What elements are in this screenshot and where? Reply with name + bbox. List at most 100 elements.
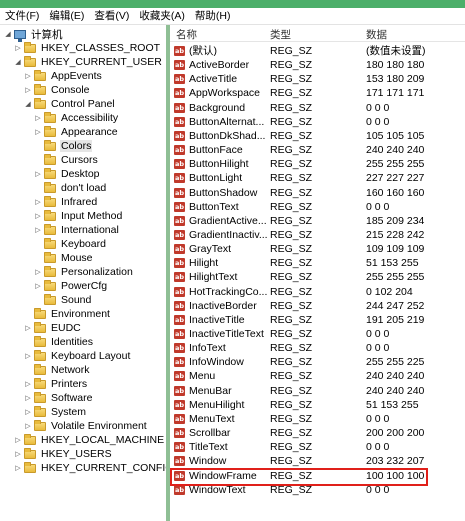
tree-node[interactable]: Network	[24, 363, 91, 377]
value-row[interactable]: ab Menu REG_SZ 240 240 240	[170, 369, 465, 383]
menu-view[interactable]: 查看(V)	[89, 8, 134, 24]
value-row[interactable]: ab Window REG_SZ 203 232 207	[170, 454, 465, 468]
value-row[interactable]: ab ButtonShadow REG_SZ 160 160 160	[170, 186, 465, 200]
expand-arrow-icon[interactable]: ▷	[34, 128, 42, 136]
tree-node[interactable]: ▷ HKEY_USERS	[14, 447, 113, 461]
value-row[interactable]: ab InactiveTitleText REG_SZ 0 0 0	[170, 327, 465, 341]
value-row[interactable]: ab Background REG_SZ 0 0 0	[170, 101, 465, 115]
tree-node[interactable]: ▷ Accessibility	[34, 111, 119, 125]
value-row[interactable]: ab MenuBar REG_SZ 240 240 240	[170, 384, 465, 398]
tree-node[interactable]: ▷ Desktop	[34, 167, 101, 181]
value-row[interactable]: ab MenuText REG_SZ 0 0 0	[170, 412, 465, 426]
value-row[interactable]: ab InactiveBorder REG_SZ 244 247 252	[170, 299, 465, 313]
value-row[interactable]: ab ButtonAlternat... REG_SZ 0 0 0	[170, 115, 465, 129]
tree-node[interactable]: ▷ EUDC	[24, 321, 82, 335]
tree-node[interactable]: ▷ HKEY_CURRENT_CONFIG	[14, 461, 166, 475]
collapse-arrow-icon[interactable]: ◢	[24, 100, 32, 108]
tree-node[interactable]: ▷ Console	[24, 83, 91, 97]
key-tree-pane[interactable]: ◢ 计算机 ▷ HKEY_CLASSES_ROOT ◢ HKEY_CURRENT_USER…	[0, 25, 166, 521]
column-header-data[interactable]: 数据	[366, 27, 387, 42]
tree-node[interactable]: Keyboard	[34, 237, 107, 251]
value-row[interactable]: ab InfoText REG_SZ 0 0 0	[170, 341, 465, 355]
expand-arrow-icon[interactable]: ▷	[34, 282, 42, 290]
tree-node[interactable]: Identities	[24, 335, 94, 349]
tree-node[interactable]: ◢ Control Panel	[24, 97, 116, 111]
expand-arrow-icon[interactable]: ▷	[34, 170, 42, 178]
value-row[interactable]: ab ButtonFace REG_SZ 240 240 240	[170, 143, 465, 157]
tree-node[interactable]: ▷ Printers	[24, 377, 88, 391]
expand-arrow-icon[interactable]: ▷	[24, 408, 32, 416]
column-header-type[interactable]: 类型	[270, 27, 291, 42]
tree-node[interactable]: ◢ HKEY_CURRENT_USER	[14, 55, 163, 69]
expand-arrow-icon[interactable]: ▷	[24, 394, 32, 402]
expand-arrow-icon[interactable]: ▷	[34, 198, 42, 206]
value-row[interactable]: ab ButtonLight REG_SZ 227 227 227	[170, 171, 465, 185]
expand-arrow-icon[interactable]: ▷	[14, 450, 22, 458]
tree-node-label: don't load	[61, 182, 107, 194]
expand-arrow-icon[interactable]: ▷	[24, 86, 32, 94]
value-row[interactable]: ab (默认) REG_SZ (数值未设置)	[170, 44, 465, 58]
tree-node[interactable]: ▷ Software	[24, 391, 93, 405]
expand-arrow-icon[interactable]: ▷	[14, 464, 22, 472]
expand-arrow-icon[interactable]: ▷	[24, 352, 32, 360]
value-row[interactable]: ab GradientInactiv... REG_SZ 215 228 242	[170, 228, 465, 242]
value-list-pane[interactable]: 名称 类型 数据 ab (默认) REG_SZ (数值未设置) ab ActiveBord…	[170, 25, 465, 521]
value-row[interactable]: ab HotTrackingCo... REG_SZ 0 102 204	[170, 285, 465, 299]
expand-arrow-icon[interactable]: ▷	[24, 72, 32, 80]
value-row[interactable]: ab Hilight REG_SZ 51 153 255	[170, 256, 465, 270]
value-row[interactable]: ab ActiveTitle REG_SZ 153 180 209	[170, 72, 465, 86]
value-row[interactable]: ab InfoWindow REG_SZ 255 255 225	[170, 355, 465, 369]
tree-node[interactable]: ▷ Keyboard Layout	[24, 349, 131, 363]
menu-edit[interactable]: 编辑(E)	[44, 8, 89, 24]
value-row[interactable]: ab ActiveBorder REG_SZ 180 180 180	[170, 58, 465, 72]
value-row[interactable]: ab Scrollbar REG_SZ 200 200 200	[170, 426, 465, 440]
value-row[interactable]: ab TitleText REG_SZ 0 0 0	[170, 440, 465, 454]
expand-arrow-icon[interactable]: ▷	[24, 380, 32, 388]
expand-arrow-icon[interactable]: ▷	[24, 324, 32, 332]
tree-node[interactable]: ▷ AppEvents	[24, 69, 103, 83]
collapse-arrow-icon[interactable]: ◢	[4, 30, 12, 38]
tree-node[interactable]: Cursors	[34, 153, 99, 167]
menu-favorites[interactable]: 收藏夹(A)	[134, 8, 190, 24]
tree-node[interactable]: ▷ Volatile Environment	[24, 419, 148, 433]
tree-node[interactable]: ▷ Input Method	[34, 209, 123, 223]
value-row[interactable]: ab ButtonText REG_SZ 0 0 0	[170, 200, 465, 214]
expand-arrow-icon[interactable]: ▷	[34, 114, 42, 122]
expand-arrow-icon[interactable]: ▷	[14, 44, 22, 52]
value-row[interactable]: ab GradientActive... REG_SZ 185 209 234	[170, 214, 465, 228]
tree-node[interactable]: ▷ Personalization	[34, 265, 134, 279]
tree-node[interactable]: ▷ HKEY_LOCAL_MACHINE	[14, 433, 165, 447]
tree-node[interactable]: ▷ PowerCfg	[34, 279, 108, 293]
column-header-name[interactable]: 名称	[176, 27, 197, 42]
value-row[interactable]: ab WindowText REG_SZ 0 0 0	[170, 483, 465, 497]
value-row[interactable]: ab InactiveTitle REG_SZ 191 205 219	[170, 313, 465, 327]
tree-node[interactable]: Mouse	[34, 251, 94, 265]
folder-icon	[34, 335, 46, 347]
value-row[interactable]: ab GrayText REG_SZ 109 109 109	[170, 242, 465, 256]
tree-node[interactable]: ◢ 计算机	[4, 27, 64, 42]
tree-node[interactable]: Sound	[34, 293, 92, 307]
expand-arrow-icon[interactable]: ▷	[34, 212, 42, 220]
expand-arrow-icon[interactable]: ▷	[24, 422, 32, 430]
tree-node[interactable]: Colors	[34, 139, 93, 153]
menu-help[interactable]: 帮助(H)	[190, 8, 236, 24]
tree-node[interactable]: Environment	[24, 307, 111, 321]
value-row[interactable]: ab WindowFrame REG_SZ 100 100 100	[170, 469, 465, 483]
menu-file[interactable]: 文件(F)	[0, 8, 44, 24]
expand-arrow-icon[interactable]: ▷	[14, 436, 22, 444]
tree-node[interactable]: ▷ HKEY_CLASSES_ROOT	[14, 41, 161, 55]
value-row[interactable]: ab ButtonHilight REG_SZ 255 255 255	[170, 157, 465, 171]
tree-node[interactable]: ▷ Infrared	[34, 195, 98, 209]
expand-arrow-icon[interactable]: ▷	[34, 268, 42, 276]
tree-node[interactable]: ▷ International	[34, 223, 120, 237]
value-data: 0 0 0	[366, 441, 390, 454]
value-row[interactable]: ab MenuHilight REG_SZ 51 153 255	[170, 398, 465, 412]
value-row[interactable]: ab ButtonDkShad... REG_SZ 105 105 105	[170, 129, 465, 143]
value-row[interactable]: ab AppWorkspace REG_SZ 171 171 171	[170, 86, 465, 100]
value-row[interactable]: ab HilightText REG_SZ 255 255 255	[170, 270, 465, 284]
tree-node[interactable]: ▷ Appearance	[34, 125, 119, 139]
expand-arrow-icon[interactable]: ▷	[34, 226, 42, 234]
tree-node[interactable]: don't load	[34, 181, 107, 195]
collapse-arrow-icon[interactable]: ◢	[14, 58, 22, 66]
tree-node[interactable]: ▷ System	[24, 405, 87, 419]
